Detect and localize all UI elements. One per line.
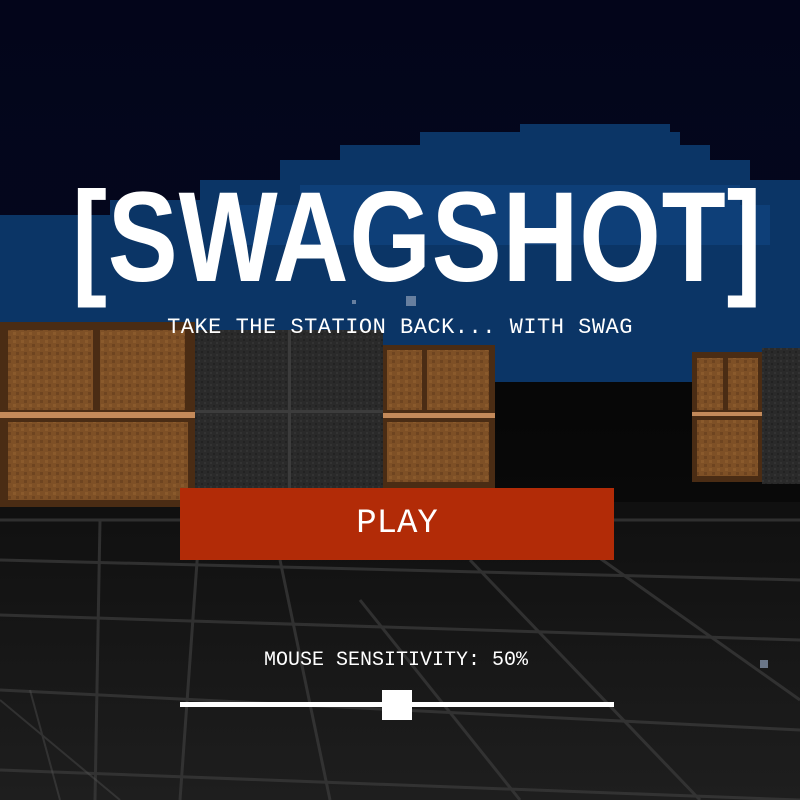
slider-thumb[interactable] (382, 690, 412, 720)
mouse-sensitivity-slider[interactable] (180, 690, 614, 720)
mouse-sensitivity-label: MOUSE SENSITIVITY: 50% (263, 649, 529, 672)
metal-block (195, 330, 383, 498)
game-background-scene (0, 0, 800, 800)
crate-center (383, 345, 495, 488)
game-title: [SWAGSHOT] (72, 166, 763, 309)
crate-wall-left (0, 322, 195, 507)
game-tagline: TAKE THE STATION BACK... WITH SWAG (167, 315, 633, 340)
crate-right (692, 348, 800, 484)
play-button[interactable]: PLAY (180, 488, 614, 560)
